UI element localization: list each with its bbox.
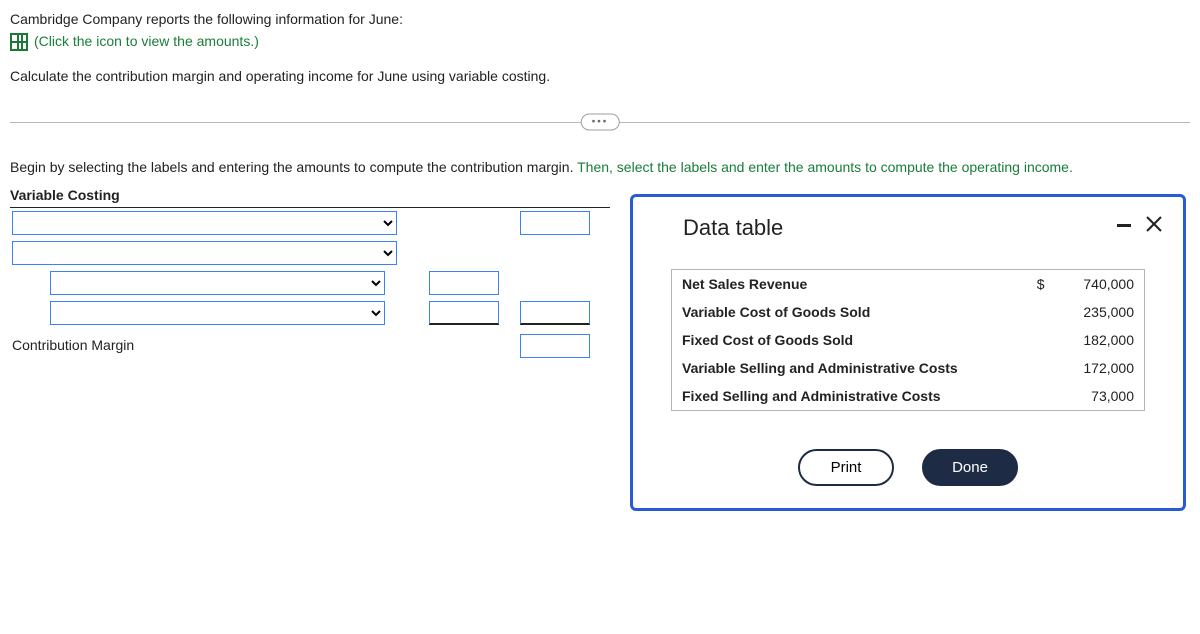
label-select-row4[interactable]: [50, 301, 385, 325]
amount-input-row3-col2[interactable]: [429, 271, 499, 295]
currency-symbol: [1027, 382, 1055, 411]
close-icon[interactable]: [1145, 215, 1163, 236]
data-row-label: Variable Cost of Goods Sold: [672, 298, 1027, 326]
amount-input-row4-col2[interactable]: [429, 301, 499, 325]
contribution-margin-label: Contribution Margin: [10, 328, 427, 361]
currency-symbol: [1027, 298, 1055, 326]
currency-symbol: [1027, 326, 1055, 354]
minimize-icon[interactable]: [1117, 224, 1131, 227]
label-select-row1[interactable]: [12, 211, 397, 235]
instruction-line: Begin by selecting the labels and enteri…: [10, 159, 1190, 175]
modal-title: Data table: [683, 215, 783, 241]
worksheet-table: Variable Costing Contribution Margin: [10, 183, 610, 361]
data-row-label: Fixed Selling and Administrative Costs: [672, 382, 1027, 411]
intro-line-1: Cambridge Company reports the following …: [10, 8, 1190, 30]
data-row-value: 172,000: [1055, 354, 1145, 382]
data-row-value: 235,000: [1055, 298, 1145, 326]
data-table-icon[interactable]: [10, 33, 28, 51]
data-row-value: 740,000: [1055, 270, 1145, 299]
label-select-row2[interactable]: [12, 241, 397, 265]
amount-input-cm[interactable]: [520, 334, 590, 358]
amount-input-row4-col3[interactable]: [520, 301, 590, 325]
view-amounts-link[interactable]: (Click the icon to view the amounts.): [34, 30, 259, 52]
question-intro: Cambridge Company reports the following …: [10, 8, 1190, 87]
data-row-label: Fixed Cost of Goods Sold: [672, 326, 1027, 354]
intro-line-2: Calculate the contribution margin and op…: [10, 65, 1190, 87]
section-divider: •••: [10, 115, 1190, 129]
data-row-value: 182,000: [1055, 326, 1145, 354]
done-button[interactable]: Done: [922, 449, 1018, 486]
data-row-label: Variable Selling and Administrative Cost…: [672, 354, 1027, 382]
worksheet-heading: Variable Costing: [10, 183, 427, 208]
print-button[interactable]: Print: [798, 449, 894, 486]
currency-symbol: [1027, 354, 1055, 382]
currency-symbol: $: [1027, 270, 1055, 299]
data-table: Net Sales Revenue$740,000 Variable Cost o…: [671, 269, 1145, 411]
amount-input-row1-col3[interactable]: [520, 211, 590, 235]
divider-expand-icon[interactable]: •••: [581, 114, 620, 131]
data-table-modal: Data table Net Sales Revenue$740,000 Vari…: [630, 194, 1186, 511]
label-select-row3[interactable]: [50, 271, 385, 295]
data-row-label: Net Sales Revenue: [672, 270, 1027, 299]
data-row-value: 73,000: [1055, 382, 1145, 411]
